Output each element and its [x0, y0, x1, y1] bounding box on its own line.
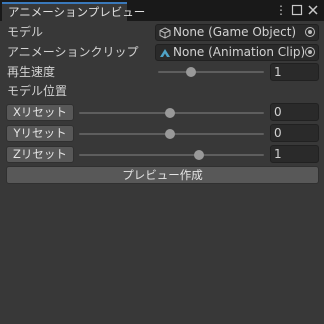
model-picker-icon[interactable] — [305, 27, 315, 37]
z-position-input[interactable]: 1 — [270, 145, 319, 163]
animation-clip-icon — [159, 47, 171, 59]
playback-speed-slider-thumb[interactable] — [185, 67, 196, 77]
window-tab-bar: アニメーションプレビュー ⋮ — [0, 0, 324, 21]
maximize-icon[interactable] — [290, 3, 304, 17]
playback-speed-slider-track — [158, 71, 264, 73]
close-icon[interactable] — [306, 3, 320, 17]
tab-title: アニメーションプレビュー — [8, 5, 146, 19]
y-position-slider[interactable] — [79, 128, 264, 140]
kebab-menu-icon[interactable]: ⋮ — [274, 3, 288, 17]
model-object-field[interactable]: None (Game Object) — [155, 24, 319, 41]
z-reset-button[interactable]: Zリセット — [6, 146, 74, 163]
playback-speed-input[interactable]: 1 — [270, 63, 319, 81]
gameobject-cube-icon — [159, 27, 171, 39]
create-preview-button[interactable]: プレビュー作成 — [6, 166, 319, 184]
x-reset-button[interactable]: Xリセット — [6, 104, 74, 121]
z-position-slider-track — [79, 154, 264, 156]
x-position-input[interactable]: 0 — [270, 103, 319, 121]
z-position-slider[interactable] — [79, 149, 264, 161]
model-field-value: None (Game Object) — [173, 25, 297, 39]
animation-clip-field-value: None (Animation Clip) — [173, 45, 306, 59]
z-position-slider-thumb[interactable] — [194, 150, 205, 160]
animation-preview-panel: モデル None (Game Object) アニメーションクリップ None … — [0, 21, 324, 324]
model-label: モデル — [7, 25, 44, 39]
y-position-slider-thumb[interactable] — [164, 129, 175, 139]
x-position-slider[interactable] — [79, 107, 264, 119]
playback-speed-slider[interactable] — [158, 66, 264, 78]
tab-animation-preview[interactable]: アニメーションプレビュー — [2, 2, 145, 21]
animation-clip-label: アニメーションクリップ — [7, 45, 139, 59]
animation-clip-picker-icon[interactable] — [305, 47, 315, 57]
y-reset-button[interactable]: Yリセット — [6, 125, 74, 142]
model-position-label: モデル位置 — [7, 84, 68, 98]
playback-speed-label: 再生速度 — [7, 65, 56, 79]
y-position-input[interactable]: 0 — [270, 124, 319, 142]
animation-clip-object-field[interactable]: None (Animation Clip) — [155, 44, 319, 61]
x-position-slider-thumb[interactable] — [164, 108, 175, 118]
